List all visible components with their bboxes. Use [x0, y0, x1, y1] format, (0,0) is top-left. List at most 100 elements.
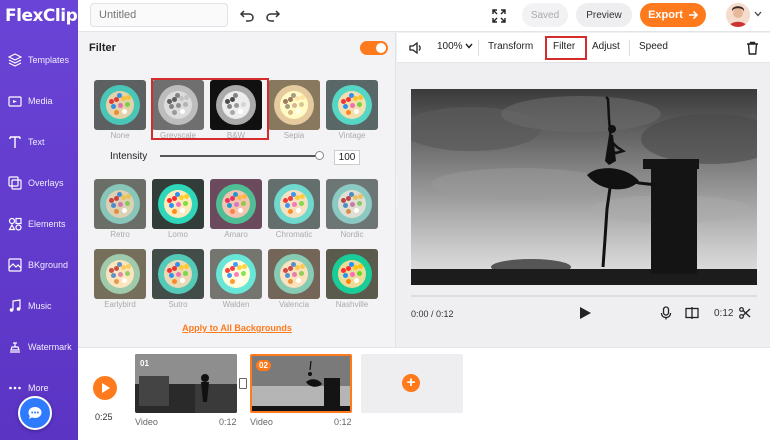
play-icon[interactable]	[578, 306, 592, 320]
apply-to-all-link[interactable]: Apply to All Backgrounds	[78, 323, 396, 333]
trash-icon[interactable]	[746, 41, 759, 55]
background-icon	[8, 258, 22, 272]
split-screen-icon[interactable]	[685, 306, 699, 320]
zoom-select[interactable]: 100%	[437, 41, 473, 52]
elements-icon	[8, 217, 22, 231]
intensity-value-input[interactable]: 100	[334, 150, 360, 165]
filter-option[interactable]: Vintage	[326, 80, 378, 140]
transition-icon[interactable]	[239, 378, 247, 389]
filter-option[interactable]: Sutro	[152, 249, 204, 309]
clip-duration: 0:12	[334, 417, 352, 427]
filter-option[interactable]: Walden	[210, 249, 262, 309]
filter-thumbnail	[326, 179, 378, 229]
filter-label: Amaro	[224, 230, 248, 239]
preview-toolbar: 100% Transform Filter Adjust Speed	[397, 33, 770, 63]
top-bar: Saved Preview Export	[78, 0, 770, 32]
clip-badge: 01	[140, 359, 149, 368]
redo-icon[interactable]	[265, 7, 281, 23]
layers-icon	[8, 53, 22, 67]
sidebar: FlexClip Templates Media Text Overlays E…	[0, 0, 78, 440]
video-canvas[interactable]	[411, 89, 757, 285]
filter-label: Sutro	[168, 300, 188, 309]
sidebar-item-label: More	[28, 383, 49, 393]
sidebar-item-watermark[interactable]: Watermark	[0, 330, 78, 364]
sidebar-item-bkground[interactable]: BKground	[0, 248, 78, 282]
fullscreen-icon[interactable]	[492, 9, 506, 23]
media-icon	[8, 96, 22, 107]
text-icon	[9, 136, 21, 148]
filter-thumbnail	[94, 179, 146, 229]
filter-option[interactable]: Valencia	[268, 249, 320, 309]
sidebar-item-overlays[interactable]: Overlays	[0, 166, 78, 200]
timeline-play-button[interactable]	[93, 376, 117, 400]
filter-option[interactable]: Nordic	[326, 179, 378, 239]
chat-support-button[interactable]	[18, 396, 52, 430]
chevron-down-icon	[465, 43, 473, 49]
filter-thumbnail	[210, 249, 262, 299]
chevron-down-icon[interactable]	[754, 11, 762, 17]
playback-progress-bar[interactable]	[411, 295, 757, 297]
filter-thumbnail	[268, 179, 320, 229]
chat-icon	[28, 407, 42, 419]
divider	[629, 40, 630, 56]
intensity-slider-handle[interactable]	[315, 151, 324, 160]
sidebar-item-text[interactable]: Text	[0, 125, 78, 159]
divider	[478, 40, 479, 56]
saved-status-button[interactable]: Saved	[522, 3, 568, 27]
tab-transform[interactable]: Transform	[488, 41, 533, 52]
sidebar-item-label: Music	[28, 301, 52, 311]
play-icon	[102, 383, 110, 393]
clip-duration: 0:12	[219, 417, 237, 427]
filter-label: Chromatic	[275, 230, 313, 239]
sidebar-item-label: Overlays	[28, 178, 64, 188]
sidebar-item-music[interactable]: Music	[0, 289, 78, 323]
scissors-icon[interactable]	[739, 307, 751, 319]
clip-label: Video	[250, 417, 273, 427]
filter-option[interactable]: Lomo	[152, 179, 204, 239]
filter-option[interactable]: Retro	[94, 179, 146, 239]
sidebar-item-elements[interactable]: Elements	[0, 207, 78, 241]
add-clip-button[interactable]: +	[361, 354, 463, 413]
filter-option[interactable]: Amaro	[210, 179, 262, 239]
sidebar-item-media[interactable]: Media	[0, 84, 78, 118]
filter-option[interactable]: Nashville	[326, 249, 378, 309]
filter-label: None	[110, 131, 130, 140]
filter-label: Nordic	[340, 230, 364, 239]
tab-speed[interactable]: Speed	[639, 41, 668, 52]
user-avatar[interactable]	[726, 3, 750, 27]
export-label: Export	[648, 9, 683, 21]
timeline-clip-selected[interactable]: 02	[250, 354, 352, 413]
project-title-input[interactable]	[90, 3, 228, 27]
filter-option[interactable]: Chromatic	[268, 179, 320, 239]
undo-icon[interactable]	[239, 7, 255, 23]
clip-label: Video	[135, 417, 158, 427]
export-button[interactable]: Export	[640, 3, 706, 27]
filter-thumbnail	[152, 249, 204, 299]
filter-label: Lomo	[167, 230, 188, 239]
intensity-slider[interactable]	[160, 155, 320, 157]
filter-label: Sepia	[283, 131, 305, 140]
filter-label: Vintage	[338, 131, 366, 140]
overlays-icon	[8, 176, 22, 190]
filter-thumbnail	[326, 249, 378, 299]
preview-button[interactable]: Preview	[576, 3, 632, 27]
filter-label: Walden	[222, 300, 250, 309]
arrow-right-icon	[688, 10, 698, 20]
intensity-label: Intensity	[110, 151, 148, 162]
filter-thumbnail	[94, 249, 146, 299]
filter-option[interactable]: Earlybird	[94, 249, 146, 309]
microphone-icon[interactable]	[660, 306, 672, 320]
timeline-total-time: 0:25	[95, 412, 113, 422]
tab-adjust[interactable]: Adjust	[592, 41, 620, 52]
volume-icon[interactable]	[409, 41, 423, 55]
timeline-clip[interactable]: 01	[135, 354, 237, 413]
filter-thumbnail	[268, 80, 320, 130]
sidebar-item-templates[interactable]: Templates	[0, 43, 78, 77]
filter-toggle[interactable]	[360, 41, 388, 55]
sidebar-item-label: Elements	[28, 219, 66, 229]
filter-option[interactable]: None	[94, 80, 146, 140]
panel-title: Filter	[89, 42, 116, 54]
app-logo[interactable]: FlexClip	[5, 6, 78, 26]
filter-option[interactable]: Sepia	[268, 80, 320, 140]
filter-thumbnail	[94, 80, 146, 130]
